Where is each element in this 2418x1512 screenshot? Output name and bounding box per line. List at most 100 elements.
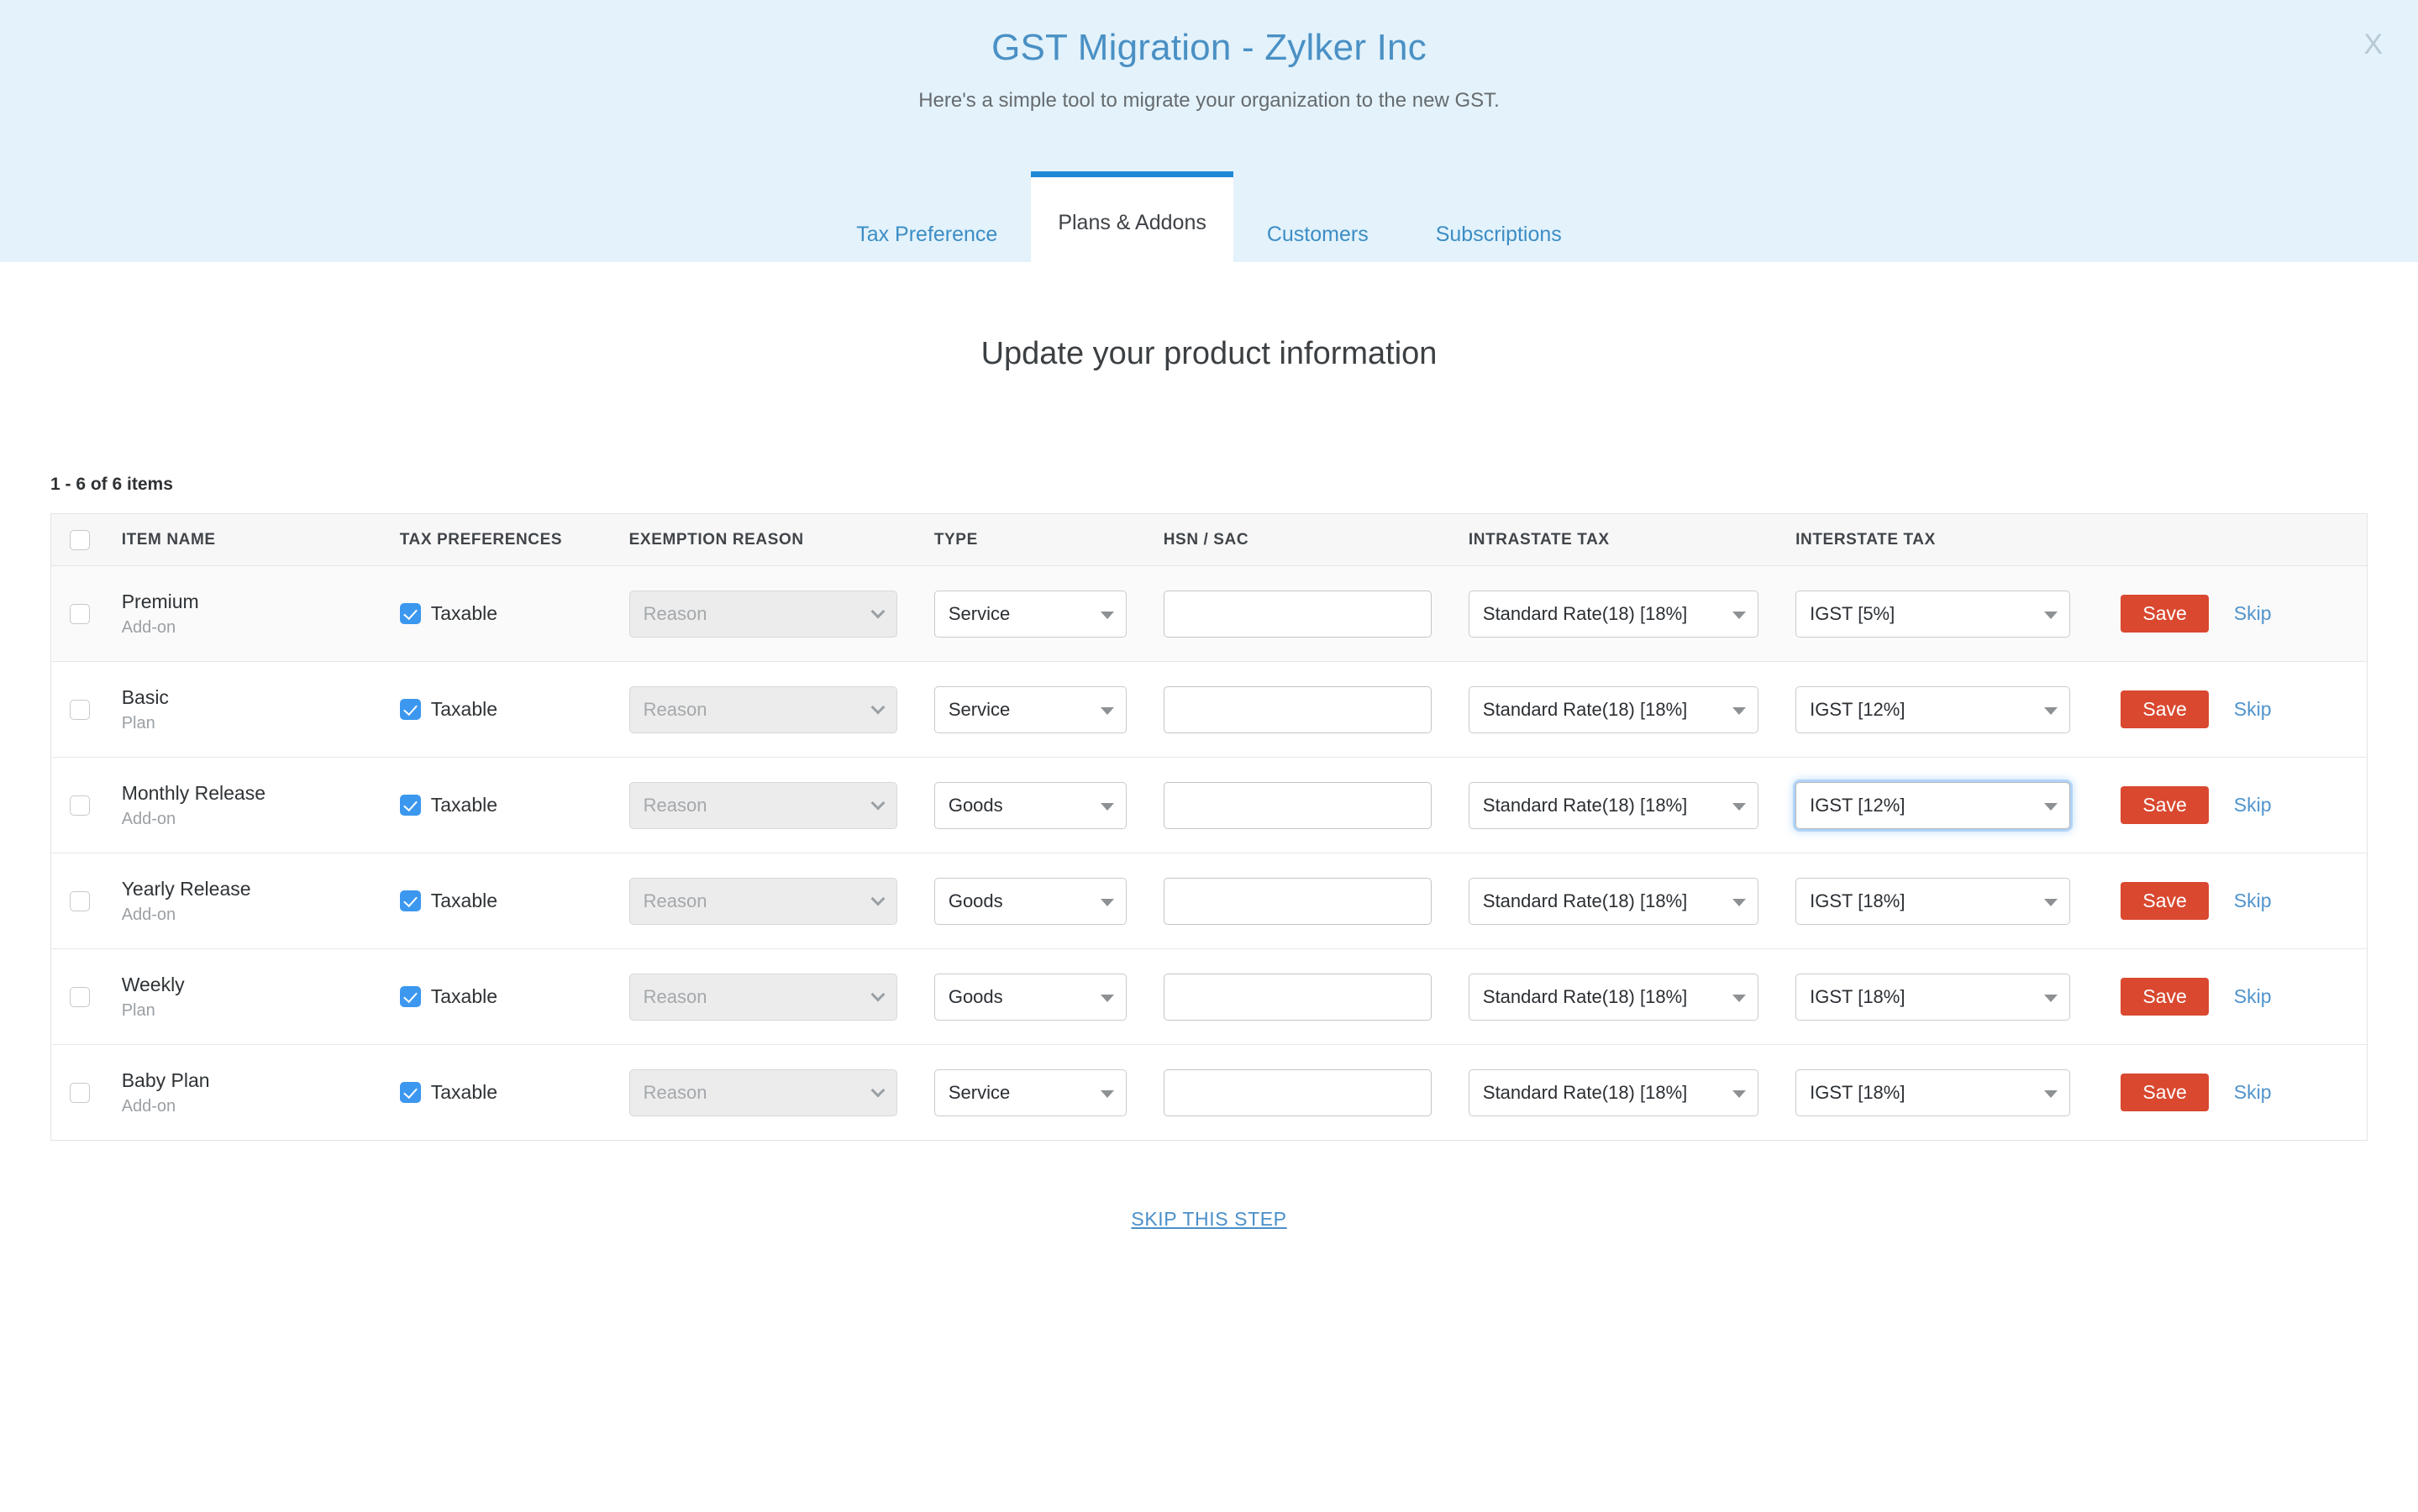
hsn-sac-input[interactable] <box>1164 878 1432 925</box>
column-header-tax-preferences: TAX PREFERENCES <box>381 514 611 566</box>
intrastate-tax-select[interactable]: Standard Rate(18) [18%] <box>1469 974 1758 1021</box>
type-select[interactable]: Goods <box>934 782 1127 829</box>
intrastate-tax-cell: Standard Rate(18) [18%] <box>1450 949 1777 1045</box>
exemption-reason-select[interactable]: Reason <box>629 878 897 925</box>
hsn-sac-input[interactable] <box>1164 782 1432 829</box>
tab-customers[interactable]: Customers <box>1233 207 1402 262</box>
select-all-checkbox[interactable] <box>70 530 90 550</box>
row-checkbox[interactable] <box>70 604 90 624</box>
skip-link[interactable]: Skip <box>2234 602 2272 625</box>
intrastate-tax-value: Standard Rate(18) [18%] <box>1483 795 1687 816</box>
column-label: ITEM NAME <box>103 531 381 549</box>
exemption-reason-select[interactable]: Reason <box>629 686 897 733</box>
type-select[interactable]: Service <box>934 591 1127 638</box>
intrastate-tax-select[interactable]: Standard Rate(18) [18%] <box>1469 878 1758 925</box>
taxable-label: Taxable <box>431 698 497 721</box>
taxable-checkbox[interactable] <box>400 1082 421 1103</box>
save-button[interactable]: Save <box>2121 978 2208 1016</box>
row-checkbox[interactable] <box>70 891 90 911</box>
intrastate-tax-cell: Standard Rate(18) [18%] <box>1450 566 1777 662</box>
hsn-sac-input[interactable] <box>1164 974 1432 1021</box>
column-header-item-name: ITEM NAME <box>103 514 381 566</box>
intrastate-tax-select[interactable]: Standard Rate(18) [18%] <box>1469 686 1758 733</box>
row-checkbox[interactable] <box>70 700 90 720</box>
chevron-down-icon <box>1101 707 1114 715</box>
interstate-tax-select[interactable]: IGST [12%] <box>1795 782 2070 829</box>
hsn-sac-input[interactable] <box>1164 591 1432 638</box>
row-actions-cell: Save Skip <box>2089 853 2367 949</box>
section-heading: Update your product information <box>50 336 2368 372</box>
hsn-sac-input[interactable] <box>1164 1069 1432 1116</box>
table-row: Baby PlanAdd-onTaxableReasonServiceStand… <box>51 1045 2368 1141</box>
taxable-checkbox[interactable] <box>400 699 421 720</box>
interstate-tax-cell: IGST [5%] <box>1777 566 2089 662</box>
tax-preference-cell: Taxable <box>381 949 611 1045</box>
intrastate-tax-select[interactable]: Standard Rate(18) [18%] <box>1469 782 1758 829</box>
exemption-reason-value: Reason <box>644 890 707 912</box>
tax-preference-cell: Taxable <box>381 662 611 758</box>
save-button[interactable]: Save <box>2121 690 2208 728</box>
hsn-sac-cell <box>1145 1045 1450 1141</box>
exemption-reason-cell: Reason <box>611 949 916 1045</box>
exemption-reason-value: Reason <box>644 795 707 816</box>
type-select[interactable]: Service <box>934 686 1127 733</box>
type-select[interactable]: Service <box>934 1069 1127 1116</box>
tab-tax-preference[interactable]: Tax Preference <box>823 207 1031 262</box>
table-row: BasicPlanTaxableReasonServiceStandard Ra… <box>51 662 2368 758</box>
exemption-reason-cell: Reason <box>611 853 916 949</box>
item-type-label: Add-on <box>122 618 381 638</box>
chevron-down-icon <box>870 987 885 1001</box>
exemption-reason-select[interactable]: Reason <box>629 1069 897 1116</box>
skip-link[interactable]: Skip <box>2234 890 2272 912</box>
taxable-checkbox[interactable] <box>400 986 421 1007</box>
interstate-tax-select[interactable]: IGST [5%] <box>1795 591 2070 638</box>
type-select[interactable]: Goods <box>934 878 1127 925</box>
row-checkbox[interactable] <box>70 795 90 816</box>
item-name: Basic <box>122 685 381 710</box>
chevron-down-icon <box>2044 1090 2058 1098</box>
intrastate-tax-cell: Standard Rate(18) [18%] <box>1450 1045 1777 1141</box>
skip-this-step-link[interactable]: SKIP THIS STEP <box>1131 1208 1286 1231</box>
save-button[interactable]: Save <box>2121 786 2208 824</box>
save-button[interactable]: Save <box>2121 595 2208 633</box>
taxable-checkbox[interactable] <box>400 890 421 911</box>
taxable-checkbox[interactable] <box>400 795 421 816</box>
column-header-type: TYPE <box>916 514 1145 566</box>
skip-link[interactable]: Skip <box>2234 1081 2272 1104</box>
chevron-down-icon <box>1732 707 1746 715</box>
interstate-tax-value: IGST [18%] <box>1810 890 1905 912</box>
skip-link[interactable]: Skip <box>2234 985 2272 1008</box>
exemption-reason-select[interactable]: Reason <box>629 782 897 829</box>
interstate-tax-value: IGST [12%] <box>1810 795 1905 816</box>
item-count-label: 1 - 6 of 6 items <box>50 475 2368 495</box>
intrastate-tax-cell: Standard Rate(18) [18%] <box>1450 758 1777 853</box>
row-select-cell <box>51 949 103 1045</box>
type-select[interactable]: Goods <box>934 974 1127 1021</box>
interstate-tax-cell: IGST [18%] <box>1777 853 2089 949</box>
intrastate-tax-select[interactable]: Standard Rate(18) [18%] <box>1469 1069 1758 1116</box>
exemption-reason-select[interactable]: Reason <box>629 974 897 1021</box>
interstate-tax-select[interactable]: IGST [12%] <box>1795 686 2070 733</box>
interstate-tax-select[interactable]: IGST [18%] <box>1795 878 2070 925</box>
tab-subscriptions[interactable]: Subscriptions <box>1402 207 1595 262</box>
row-checkbox[interactable] <box>70 1083 90 1103</box>
intrastate-tax-select[interactable]: Standard Rate(18) [18%] <box>1469 591 1758 638</box>
skip-link[interactable]: Skip <box>2234 698 2272 721</box>
save-button[interactable]: Save <box>2121 882 2208 920</box>
save-button[interactable]: Save <box>2121 1074 2208 1111</box>
hsn-sac-cell <box>1145 758 1450 853</box>
column-label: INTRASTATE TAX <box>1450 531 1777 549</box>
row-checkbox[interactable] <box>70 987 90 1007</box>
hsn-sac-input[interactable] <box>1164 686 1432 733</box>
interstate-tax-select[interactable]: IGST [18%] <box>1795 1069 2070 1116</box>
column-header-exemption-reason: EXEMPTION REASON <box>611 514 916 566</box>
tab-plans-addons[interactable]: Plans & Addons <box>1031 171 1233 262</box>
chevron-down-icon <box>870 795 885 810</box>
exemption-reason-select[interactable]: Reason <box>629 591 897 638</box>
skip-link[interactable]: Skip <box>2234 794 2272 816</box>
interstate-tax-select[interactable]: IGST [18%] <box>1795 974 2070 1021</box>
tax-preference-cell: Taxable <box>381 758 611 853</box>
close-icon[interactable]: X <box>2363 30 2383 59</box>
interstate-tax-value: IGST [12%] <box>1810 699 1905 721</box>
taxable-checkbox[interactable] <box>400 603 421 624</box>
